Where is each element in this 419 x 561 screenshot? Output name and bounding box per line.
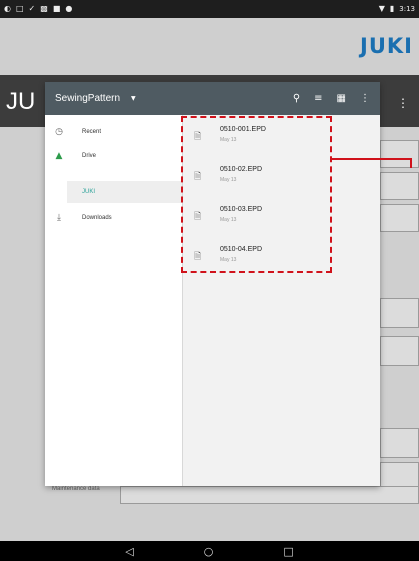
sidebar-item-downloads[interactable]: ⤓ Downloads [45,207,182,229]
sidebar-item-drive[interactable]: ▲ Drive [45,145,182,167]
clock-icon: ◷ [55,127,63,137]
background-button [380,336,419,366]
app-more-icon[interactable]: ⋮ [397,96,409,110]
check-icon: ✓ [28,4,36,13]
sidebar-item-juki[interactable]: JUKI [67,181,182,203]
sidebar-item-label: JUKI [82,189,96,195]
file-list-highlight [181,116,332,273]
grid-view-icon[interactable]: ▦ [337,93,346,104]
search-icon[interactable]: ⚲ [293,93,300,104]
dialog-title[interactable]: SewingPattern [55,93,120,104]
recents-icon[interactable]: □ [283,545,293,558]
background-button [380,172,419,200]
sidebar-item-label: Drive [82,153,97,159]
box-icon: ■ [52,4,61,13]
background-field [120,486,419,504]
sort-icon[interactable]: ≡ [314,93,322,104]
notification-icon: ◐ [4,4,11,13]
app-title: JU [6,88,36,115]
sidebar-item-label: Downloads [82,215,112,221]
more-vert-icon[interactable]: ⋮ [360,93,370,104]
bug-icon: ● [65,4,73,13]
sidebar-item-label: Recent [82,129,102,135]
status-time: 3:13 [399,5,415,13]
background-button [380,428,419,458]
roots-sidebar: ◷ Recent ▲ Drive JUKI ⤓ Downloads [45,115,183,486]
callout-line [332,158,412,160]
battery-icon: ▮ [389,4,395,13]
status-bar: ◐ □ ✓ ▩ ■ ● ▼ ▮ 3:13 [0,0,419,18]
status-left-icons: ◐ □ ✓ ▩ ■ ● [4,5,72,13]
image-icon: ▩ [40,4,48,13]
drive-icon: ▲ [55,151,63,161]
maintenance-data-label: Maintenance data [52,486,100,492]
callout-tick [410,158,412,168]
home-icon[interactable]: ○ [204,545,214,558]
download-icon: ⤓ [57,213,61,223]
juki-logo: JUKI [360,34,413,58]
download-icon: □ [15,4,24,13]
status-right-icons: ▼ ▮ 3:13 [378,4,415,14]
navigation-bar: ◁ ○ □ [0,541,419,561]
dropdown-caret-icon[interactable]: ▼ [131,95,136,102]
background-button [380,140,419,168]
dialog-toolbar: SewingPattern ▼ ⚲ ≡ ▦ ⋮ [45,82,380,115]
background-button [380,298,419,328]
wifi-icon: ▼ [378,4,385,13]
sidebar-item-recent[interactable]: ◷ Recent [45,121,182,143]
background-button [380,204,419,232]
back-icon[interactable]: ◁ [125,545,133,558]
toolbar-actions: ⚲ ≡ ▦ ⋮ [293,82,370,115]
